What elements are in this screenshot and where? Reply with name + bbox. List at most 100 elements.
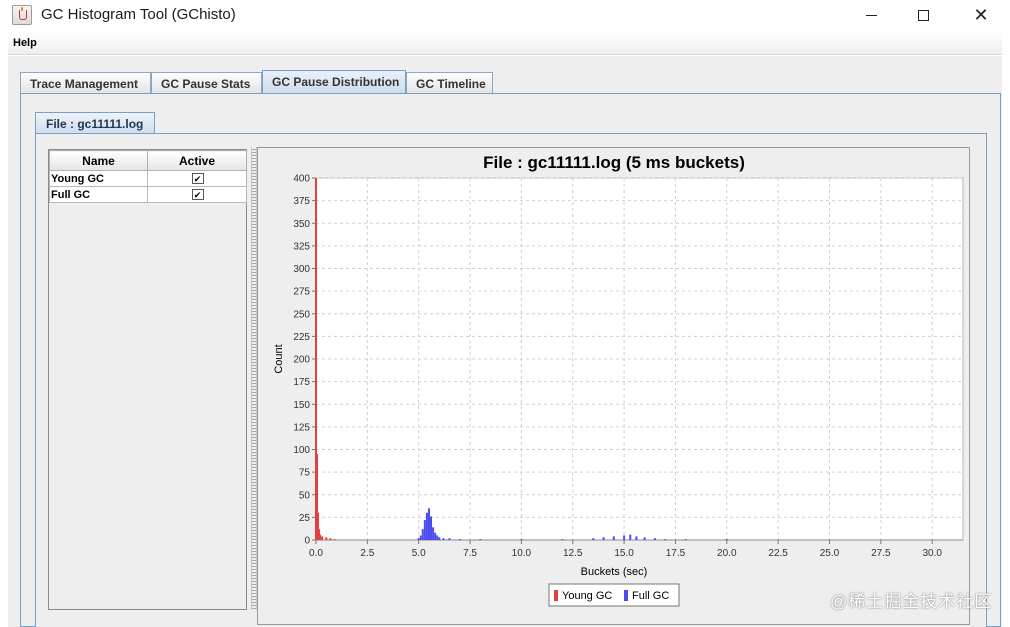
legend-label: Full GC bbox=[632, 590, 669, 602]
histogram-bar bbox=[520, 539, 523, 540]
x-tick-label: 12.5 bbox=[563, 548, 583, 559]
y-tick-label: 400 bbox=[293, 174, 310, 185]
x-axis-label: Buckets (sec) bbox=[581, 566, 648, 578]
histogram-bar bbox=[423, 520, 426, 540]
histogram-bar bbox=[321, 536, 324, 540]
histogram-bar bbox=[479, 539, 482, 540]
close-icon: ✕ bbox=[973, 5, 989, 25]
window-titlebar: GC Histogram Tool (GChisto) ✕ bbox=[0, 0, 1010, 32]
histogram-chart: File : gc11111.log (5 ms buckets) 0 25 50 75… bbox=[273, 153, 964, 607]
tab-gc-pause-distribution[interactable]: GC Pause Distribution bbox=[262, 70, 406, 94]
chart-title: File : gc11111.log (5 ms buckets) bbox=[483, 153, 745, 172]
histogram-bar bbox=[421, 529, 424, 540]
y-tick-label: 250 bbox=[293, 309, 310, 320]
legend-swatch bbox=[624, 590, 628, 601]
chart-panel: File : gc11111.log (5 ms buckets) 0 25 50 75… bbox=[257, 147, 970, 625]
histogram-bar bbox=[319, 534, 322, 540]
series-active-cell[interactable]: ✔ bbox=[147, 186, 247, 203]
histogram-bar bbox=[425, 512, 428, 540]
histogram-bar bbox=[592, 538, 595, 540]
java-app-icon bbox=[12, 5, 32, 25]
x-tick-label: 22.5 bbox=[768, 548, 788, 559]
y-tick-label: 200 bbox=[293, 355, 310, 366]
histogram-bar bbox=[419, 535, 422, 540]
watermark-text: @稀土掘金技术社区 bbox=[830, 592, 993, 611]
active-checkbox[interactable]: ✔ bbox=[191, 189, 204, 201]
y-tick-label: 0 bbox=[304, 536, 310, 547]
histogram-bar bbox=[432, 527, 435, 540]
histogram-bar bbox=[417, 538, 420, 540]
histogram-bar bbox=[612, 536, 615, 540]
menu-help[interactable]: Help bbox=[13, 37, 37, 49]
y-tick-label: 375 bbox=[293, 196, 310, 207]
histogram-bar bbox=[664, 539, 667, 540]
x-tick-label: 2.5 bbox=[360, 548, 374, 559]
series-name-cell[interactable]: Full GC bbox=[49, 186, 148, 203]
histogram-bar bbox=[684, 539, 687, 540]
y-tick-label: 350 bbox=[293, 219, 310, 230]
tab-panel-gc-pause-distribution: File : gc11111.log Name Active Young GC … bbox=[20, 93, 1001, 627]
histogram-bar bbox=[653, 538, 656, 540]
legend-label: Young GC bbox=[562, 590, 612, 602]
series-active-cell[interactable]: ✔ bbox=[147, 170, 247, 187]
y-tick-label: 100 bbox=[293, 445, 310, 456]
window-title: GC Histogram Tool (GChisto) bbox=[41, 6, 236, 23]
histogram-bar bbox=[434, 532, 437, 540]
histogram-bar bbox=[438, 537, 441, 540]
y-tick-label: 225 bbox=[293, 332, 310, 343]
active-checkbox[interactable]: ✔ bbox=[191, 173, 204, 185]
x-tick-label: 0.0 bbox=[309, 548, 323, 559]
menu-bar: Help bbox=[8, 33, 1002, 55]
y-tick-label: 300 bbox=[293, 264, 310, 275]
column-header-name[interactable]: Name bbox=[49, 150, 148, 171]
minimize-icon bbox=[865, 14, 877, 16]
y-tick-label: 50 bbox=[299, 490, 311, 501]
histogram-bar bbox=[448, 538, 451, 540]
histogram-bar bbox=[325, 537, 328, 540]
column-header-active[interactable]: Active bbox=[147, 150, 247, 171]
maximize-button[interactable] bbox=[900, 0, 946, 30]
y-axis-label: Count bbox=[273, 344, 285, 373]
histogram-bar bbox=[329, 538, 332, 540]
histogram-bar bbox=[561, 539, 564, 540]
x-tick-label: 30.0 bbox=[922, 548, 942, 559]
tab-trace-management[interactable]: Trace Management bbox=[20, 72, 151, 94]
legend-swatch bbox=[554, 590, 558, 601]
x-tick-label: 7.5 bbox=[463, 548, 477, 559]
x-tick-label: 5.0 bbox=[412, 548, 426, 559]
histogram-bar bbox=[623, 535, 626, 540]
y-tick-label: 25 bbox=[299, 513, 311, 524]
y-tick-label: 175 bbox=[293, 377, 310, 388]
histogram-bar bbox=[602, 537, 605, 540]
series-name-cell[interactable]: Young GC bbox=[49, 170, 148, 187]
x-tick-label: 27.5 bbox=[871, 548, 891, 559]
series-table: Name Active Young GC ✔ Full GC ✔ bbox=[48, 149, 247, 610]
table-row[interactable]: Young GC ✔ bbox=[49, 170, 247, 187]
histogram-bar bbox=[333, 539, 336, 540]
y-tick-label: 275 bbox=[293, 287, 310, 298]
x-tick-label: 25.0 bbox=[820, 548, 840, 559]
histogram-bar bbox=[629, 534, 632, 540]
tab-gc-timeline[interactable]: GC Timeline bbox=[406, 72, 493, 94]
histogram-bar bbox=[635, 536, 638, 540]
y-tick-label: 325 bbox=[293, 241, 310, 252]
table-row[interactable]: Full GC ✔ bbox=[49, 186, 247, 203]
x-tick-label: 15.0 bbox=[614, 548, 634, 559]
maximize-icon bbox=[917, 9, 929, 21]
minimize-button[interactable] bbox=[848, 0, 894, 30]
main-frame: Trace Management GC Pause Stats GC Pause… bbox=[8, 56, 1002, 627]
tab-gc-pause-stats[interactable]: GC Pause Stats bbox=[151, 72, 262, 94]
x-tick-label: 10.0 bbox=[512, 548, 532, 559]
histogram-bar bbox=[427, 508, 430, 540]
histogram-bar bbox=[442, 538, 445, 540]
file-panel: Name Active Young GC ✔ Full GC ✔ File: … bbox=[35, 133, 987, 627]
histogram-bar bbox=[436, 535, 439, 540]
x-tick-label: 20.0 bbox=[717, 548, 737, 559]
tab-file[interactable]: File : gc11111.log bbox=[35, 112, 155, 134]
histogram-bar bbox=[458, 539, 461, 540]
y-tick-label: 125 bbox=[293, 422, 310, 433]
close-button[interactable]: ✕ bbox=[958, 0, 1004, 30]
y-tick-label: 75 bbox=[299, 468, 311, 479]
x-tick-label: 17.5 bbox=[666, 548, 686, 559]
histogram-bar bbox=[430, 516, 433, 540]
